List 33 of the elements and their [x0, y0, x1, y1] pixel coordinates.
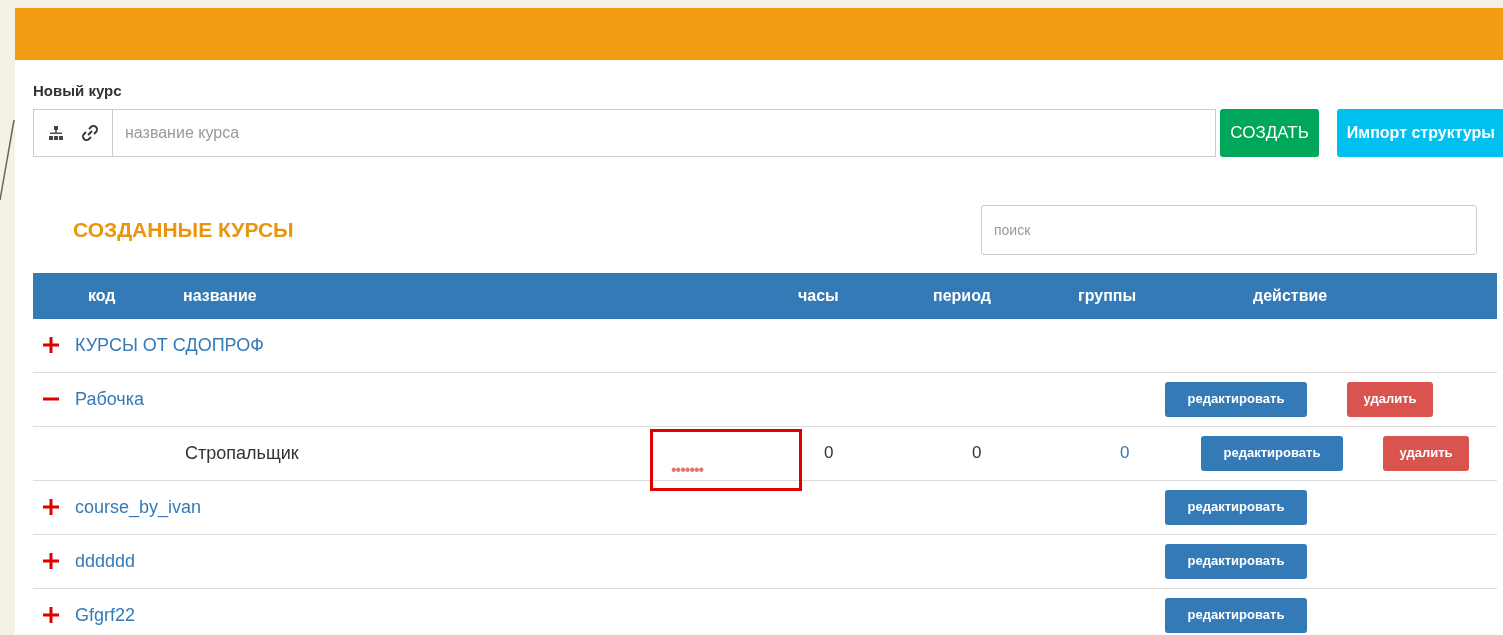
edit-button[interactable]: редактировать	[1165, 489, 1307, 525]
search-field[interactable]: поиск	[981, 204, 1477, 255]
link-icon[interactable]	[82, 124, 98, 141]
period-cell-text: 0	[972, 442, 983, 465]
column-header: период	[933, 285, 992, 306]
new-course-label: Новый курс	[33, 81, 123, 101]
edit-button[interactable]: редактировать	[1165, 597, 1307, 633]
column-header: часы	[798, 285, 840, 306]
groups-link[interactable]: 0	[1120, 440, 1201, 466]
column-header: название	[183, 285, 258, 306]
expand-icon[interactable]	[43, 337, 59, 353]
hours-cell-text: 0	[824, 442, 835, 465]
section-title: СОЗДАННЫЕ КУРСЫ	[73, 216, 294, 243]
group-link[interactable]: Рабочка	[75, 385, 1165, 413]
expand-icon[interactable]	[43, 553, 59, 569]
edit-button[interactable]: редактировать	[1165, 543, 1307, 579]
delete-button[interactable]: удалить	[1383, 435, 1469, 471]
edit-button[interactable]: редактировать	[1201, 435, 1343, 471]
expand-icon[interactable]	[43, 499, 59, 515]
column-header: действие	[1253, 285, 1328, 306]
create-button[interactable]: СОЗДАТЬ	[1220, 108, 1319, 157]
expand-icon[interactable]	[43, 607, 59, 623]
column-header: группы	[1078, 285, 1138, 306]
course-code: •••••••	[671, 460, 704, 480]
group-link[interactable]: dddddd	[75, 547, 1165, 575]
edit-button[interactable]: редактировать	[1165, 381, 1307, 417]
column-header: код	[88, 285, 117, 306]
course-name: Стропальщик	[185, 441, 300, 465]
group-link[interactable]: КУРСЫ ОТ СДОПРОФ	[75, 331, 1165, 359]
group-link[interactable]: Gfgrf22	[75, 601, 1165, 629]
group-link[interactable]: course_by_ivan	[75, 493, 1165, 521]
hierarchy-icon[interactable]	[48, 125, 64, 140]
delete-button[interactable]: удалить	[1347, 381, 1433, 417]
